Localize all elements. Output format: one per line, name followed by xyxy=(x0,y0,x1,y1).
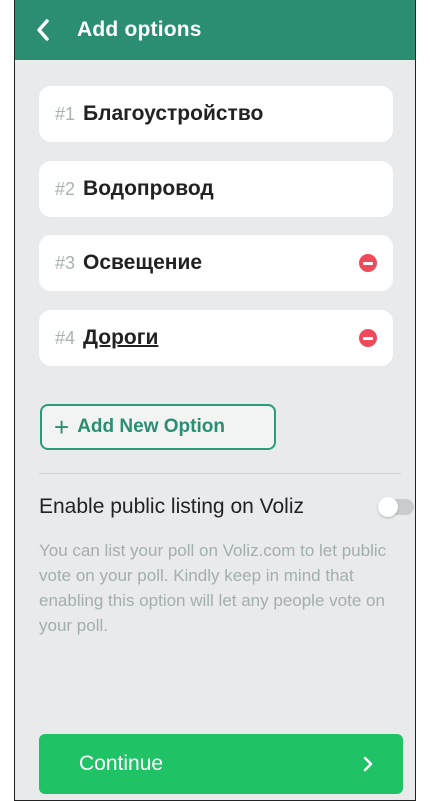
option-field-2[interactable]: #2 Водопровод xyxy=(39,161,393,217)
option-number: #4 xyxy=(55,327,76,348)
add-option-label: Add New Option xyxy=(77,416,225,437)
continue-label: Continue xyxy=(79,752,164,775)
divider xyxy=(39,473,401,474)
public-listing-title: Enable public listing on Voliz xyxy=(39,495,305,518)
option-number: #2 xyxy=(55,178,76,199)
toggle-knob xyxy=(378,497,398,517)
option-label: Дороги xyxy=(83,326,159,349)
public-listing-description: You can list your poll on Voliz.com to l… xyxy=(39,541,387,635)
page-title: Add options xyxy=(77,18,202,41)
plus-icon: + xyxy=(54,412,70,442)
public-listing-row: Enable public listing on Voliz xyxy=(39,495,414,519)
option-number: #1 xyxy=(55,103,76,124)
remove-option-icon[interactable] xyxy=(359,254,377,272)
chevron-right-icon xyxy=(363,756,373,772)
screen: Add options #1 Благоустройство #2 Водопр… xyxy=(14,0,416,801)
public-listing-toggle[interactable] xyxy=(378,497,414,517)
option-field-3[interactable]: #3 Освещение xyxy=(39,235,393,291)
option-label: Водопровод xyxy=(83,177,214,200)
remove-option-icon[interactable] xyxy=(359,329,377,347)
option-field-4[interactable]: #4 Дороги xyxy=(39,310,393,366)
app-header: Add options xyxy=(15,0,415,60)
option-number: #3 xyxy=(55,252,76,273)
option-label: Благоустройство xyxy=(83,102,264,125)
chevron-left-icon xyxy=(37,19,49,41)
back-button[interactable] xyxy=(15,0,71,60)
add-new-option-button[interactable]: + Add New Option xyxy=(40,404,276,450)
option-label: Освещение xyxy=(83,251,203,274)
option-field-1[interactable]: #1 Благоустройство xyxy=(39,86,393,142)
continue-button[interactable]: Continue xyxy=(39,734,403,794)
